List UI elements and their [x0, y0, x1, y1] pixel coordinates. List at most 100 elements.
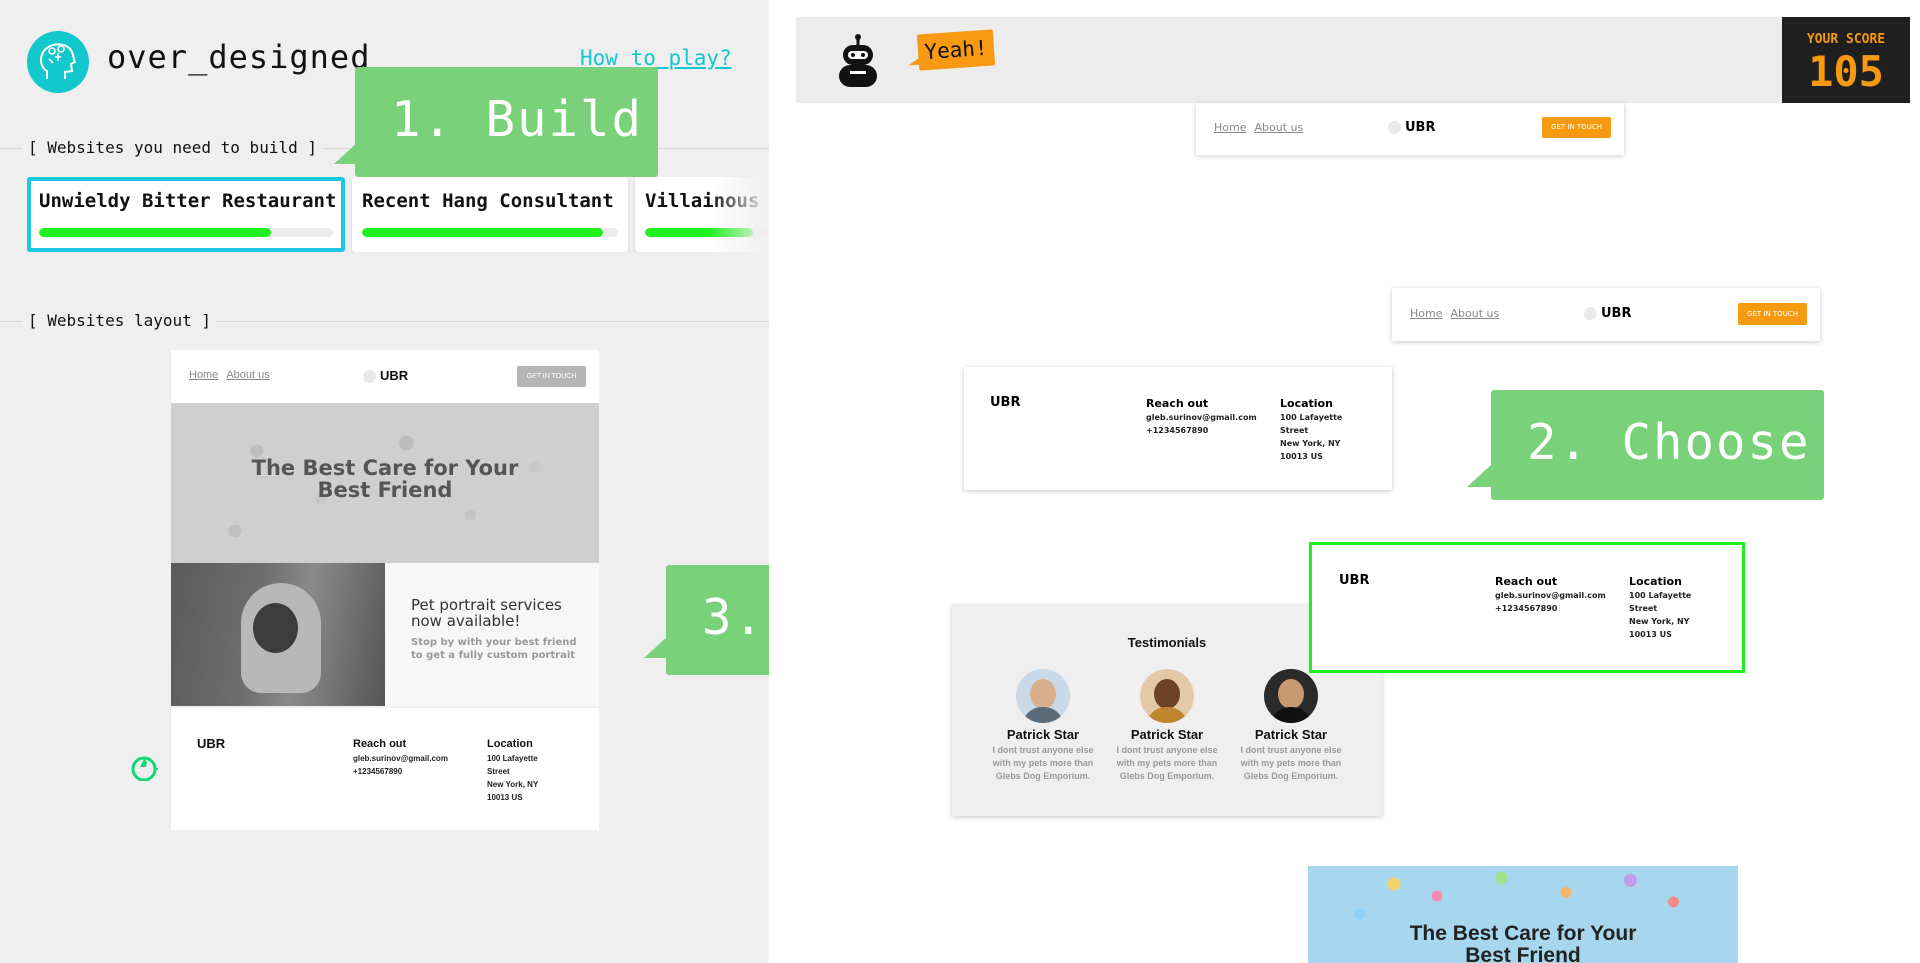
footer-reach-title: Reach out [353, 738, 407, 750]
section-heading: [ Websites you need to build ] [22, 138, 323, 157]
footer-phone: +1234567890 [1495, 604, 1558, 613]
brand-title: over_designed [107, 38, 371, 76]
task-list: Unwieldy Bitter Restaurant Recent Hang C… [27, 177, 769, 252]
thumbs-up-icon [131, 756, 158, 781]
step-choose-text: 2. Choose [1527, 414, 1811, 471]
robot-speech-bubble: Yeah! [916, 29, 996, 71]
preview-hero-title: The Best Care for Your Best Friend [171, 457, 599, 501]
footer-addr-4: 10013 US [1629, 630, 1672, 639]
avatar [1140, 669, 1194, 723]
footer-addr-2: Street [487, 767, 510, 776]
footer-contact: gleb.surinov@gmail.com +1234567890 [1146, 411, 1257, 437]
option-navbar-1[interactable]: Home About us UBR GET IN TOUCH [1196, 103, 1624, 155]
task-progress-bar [362, 228, 618, 237]
preview-nav-links: Home About us [189, 369, 278, 381]
option-navbar-2[interactable]: Home About us UBR GET IN TOUCH [1392, 288, 1820, 341]
task-progress-bar [39, 228, 333, 237]
option-nav-links: Home About us [1410, 307, 1507, 320]
footer-location-title: Location [1280, 397, 1333, 410]
hero-line-2: Best Friend [317, 478, 453, 502]
footer-location-title: Location [487, 738, 533, 750]
preview-pet-text[interactable]: Pet portrait services now available! Sto… [385, 563, 599, 706]
layout-preview: Home About us UBR GET IN TOUCH The Best C… [171, 350, 599, 830]
task-card-recent-hang-consultant[interactable]: Recent Hang Consultant [352, 177, 628, 252]
section-websites-layout: [ Websites layout ] [0, 311, 769, 331]
preview-footer[interactable]: UBR Reach out gleb.surinov@gmail.com +12… [171, 708, 599, 830]
logo-dot-icon [363, 370, 376, 384]
step-build-callout: 1. Build [355, 67, 658, 177]
testimonial-quote: I dont trust anyone else with my pets mo… [992, 745, 1094, 781]
right-panel: Yeah! YOUR SCORE 105 Home About us UBR GE… [769, 0, 1920, 963]
score-label: YOUR SCORE [1806, 32, 1886, 47]
avatar [1016, 669, 1070, 723]
step-build-text: 1. Build [391, 91, 644, 148]
step-choose-callout-tail [1467, 465, 1491, 487]
pet-title: Pet portrait services now available! [411, 597, 562, 629]
logo-dot-icon [1584, 307, 1597, 320]
footer-brand: UBR [990, 395, 1021, 410]
status-bar: Yeah! YOUR SCORE 105 [796, 17, 1910, 103]
logo-dot-icon [1388, 121, 1401, 134]
preview-navbar[interactable]: Home About us UBR GET IN TOUCH [171, 350, 599, 403]
option-nav-brand: UBR [1388, 120, 1435, 135]
nav-about-link: About us [1254, 121, 1304, 134]
option-footer-1[interactable]: UBR Reach out gleb.surinov@gmail.com +12… [964, 367, 1392, 490]
hero-line-1: The Best Care for Your [251, 456, 519, 480]
left-panel: over_designed How to play? [ Websites yo… [0, 0, 769, 963]
step-choose-callout: 2. Choose [1491, 390, 1824, 500]
nav-brand-text: UBR [1405, 120, 1436, 135]
preview-pet-image[interactable] [171, 563, 385, 706]
footer-addr-4: 10013 US [487, 793, 523, 802]
option-footer-2-selected[interactable]: UBR Reach out gleb.surinov@gmail.com +12… [1309, 542, 1745, 673]
option-hero-title: The Best Care for Your Best Friend [1308, 923, 1738, 963]
testimonial-quote: I dont trust anyone else with my pets mo… [1116, 745, 1218, 781]
task-name: Recent Hang Consultant [362, 190, 614, 212]
testimonial-name: Patrick Star [1130, 727, 1204, 742]
task-list-fade [709, 177, 769, 252]
footer-reach-title: Reach out [1495, 575, 1558, 588]
score-value: 105 [1808, 47, 1884, 96]
footer-address: 100 Lafayette Street New York, NY 10013 … [1629, 589, 1691, 641]
footer-addr-4: 10013 US [1280, 452, 1323, 461]
task-progress-fill [39, 228, 272, 237]
footer-contact: gleb.surinov@gmail.com +1234567890 [353, 752, 448, 778]
pet-title-line-1: Pet portrait services [411, 596, 562, 614]
option-nav-links: Home About us [1214, 121, 1311, 134]
footer-brand: UBR [1339, 573, 1370, 588]
pug-face [253, 603, 298, 653]
testimonial-card: Patrick Star I dont trust anyone else wi… [1236, 669, 1346, 783]
step-complete-callout-tail [644, 636, 668, 658]
testimonial-quote: I dont trust anyone else with my pets mo… [1240, 745, 1342, 781]
nav-about-link: About us [226, 369, 270, 381]
footer-addr-3: New York, NY [1629, 617, 1690, 626]
footer-email: gleb.surinov@gmail.com [1495, 591, 1606, 600]
footer-reach-title: Reach out [1146, 397, 1209, 410]
preview-hero[interactable]: The Best Care for Your Best Friend [171, 403, 599, 563]
preview-nav-cta: GET IN TOUCH [517, 366, 586, 387]
nav-brand-text: UBR [1601, 306, 1632, 321]
brain-logo-icon [27, 31, 89, 93]
footer-brand: UBR [197, 736, 226, 751]
testimonial-name: Patrick Star [1006, 727, 1080, 742]
task-progress-fill [362, 228, 603, 237]
preview-nav-brand: UBR [363, 368, 409, 384]
footer-addr-2: Street [1280, 426, 1309, 435]
nav-about-link: About us [1450, 307, 1500, 320]
footer-phone: +1234567890 [353, 767, 403, 776]
nav-brand-text: UBR [380, 368, 409, 383]
pet-title-line-2: now available! [411, 612, 521, 630]
hero-line-2: Best Friend [1465, 944, 1581, 963]
option-hero[interactable]: The Best Care for Your Best Friend [1308, 866, 1738, 963]
footer-address: 100 Lafayette Street New York, NY 10013 … [1280, 411, 1342, 463]
nav-home-link: Home [1410, 307, 1443, 320]
hero-line-1: The Best Care for Your [1409, 922, 1637, 945]
footer-addr-1: 100 Lafayette [487, 754, 538, 763]
avatar [1264, 669, 1318, 723]
testimonial-name: Patrick Star [1254, 727, 1328, 742]
footer-email: gleb.surinov@gmail.com [1146, 413, 1257, 422]
nav-home-link: Home [189, 369, 219, 381]
robot-icon [839, 34, 877, 87]
option-nav-cta: GET IN TOUCH [1738, 303, 1807, 325]
task-card-unwieldy-bitter-restaurant[interactable]: Unwieldy Bitter Restaurant [27, 177, 345, 252]
footer-address: 100 Lafayette Street New York, NY 10013 … [487, 752, 538, 804]
